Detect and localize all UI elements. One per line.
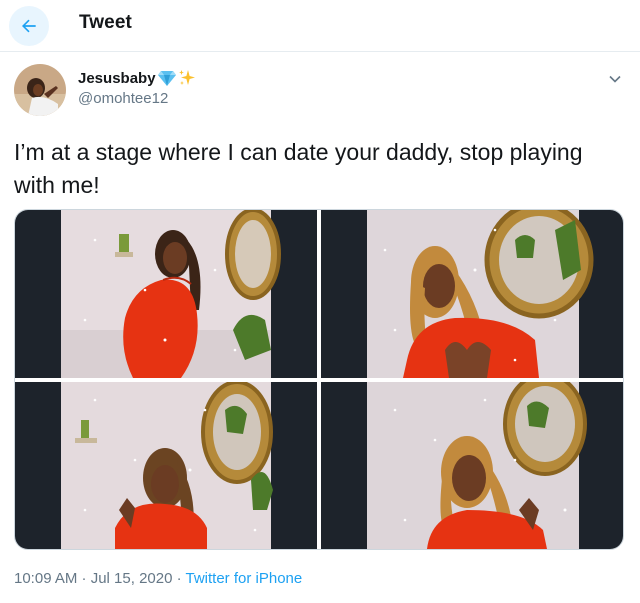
tweet-timestamp[interactable]: 10:09 AM · Jul 15, 2020 ·: [14, 570, 186, 587]
media-photo-1[interactable]: [15, 210, 317, 378]
tweet-source-link[interactable]: Twitter for iPhone: [186, 570, 303, 587]
chevron-down-icon: [609, 75, 621, 83]
media-photo-4[interactable]: [321, 374, 623, 549]
gem-icon: [157, 71, 176, 86]
avatar[interactable]: [14, 64, 66, 116]
media-photo-2[interactable]: [321, 210, 623, 378]
back-button[interactable]: [9, 6, 49, 46]
author-name-text: Jesusbaby: [78, 69, 156, 87]
more-options-button[interactable]: [604, 68, 626, 90]
tweet-text: I’m at a stage where I can date your dad…: [14, 139, 583, 198]
author-display-name[interactable]: Jesusbaby: [78, 69, 196, 87]
media-grid: [14, 209, 624, 550]
sparkles-icon: [178, 70, 195, 85]
arrow-left-icon: [22, 19, 36, 33]
author-handle[interactable]: @omohtee12: [78, 90, 168, 107]
page-title: Tweet: [79, 12, 132, 33]
media-photo-3[interactable]: [15, 382, 317, 549]
tweet-meta: 10:09 AM · Jul 15, 2020 · Twitter for iP…: [14, 570, 302, 587]
tweet-header: Tweet: [0, 0, 640, 52]
